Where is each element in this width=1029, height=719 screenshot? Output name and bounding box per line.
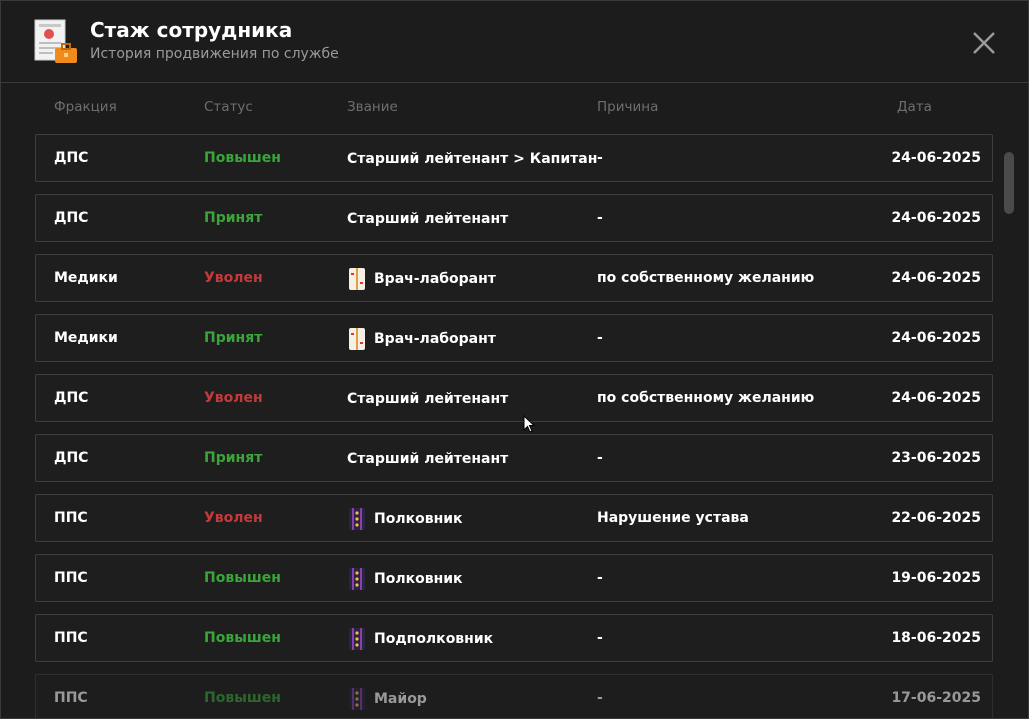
page-subtitle: История продвижения по службе bbox=[90, 46, 339, 62]
rank-cell: Старший лейтенант bbox=[347, 446, 508, 472]
faction-cell: ППС bbox=[54, 510, 88, 526]
document-briefcase-icon bbox=[33, 19, 79, 65]
table-row[interactable]: ППС Повышен Майор - 17-06-2025 bbox=[35, 674, 993, 718]
table-row[interactable]: ДПС Принят Старший лейтенант - 24-06-2025 bbox=[35, 194, 993, 242]
faction-cell: ДПС bbox=[54, 390, 89, 406]
rank-cell: Старший лейтенант bbox=[347, 386, 508, 412]
column-header-faction: Фракция bbox=[54, 99, 117, 115]
status-cell: Уволен bbox=[204, 390, 263, 406]
police-rank-icon bbox=[347, 567, 367, 591]
rank-label: Полковник bbox=[374, 571, 463, 587]
status-cell: Уволен bbox=[204, 270, 263, 286]
status-cell: Повышен bbox=[204, 150, 281, 166]
date-cell: 18-06-2025 bbox=[891, 630, 981, 646]
rank-label: Старший лейтенант > Капитан bbox=[347, 151, 598, 167]
table-row[interactable]: ДПС Повышен Старший лейтенант > Капитан - 24… bbox=[35, 134, 993, 182]
date-cell: 24-06-2025 bbox=[891, 270, 981, 286]
faction-cell: ДПС bbox=[54, 150, 89, 166]
table-row[interactable]: ДПС Уволен Старший лейтенант по собственном… bbox=[35, 374, 993, 422]
column-header-status: Статус bbox=[204, 99, 253, 115]
rank-label: Подполковник bbox=[374, 631, 494, 647]
status-cell: Принят bbox=[204, 450, 263, 466]
date-cell: 24-06-2025 bbox=[891, 330, 981, 346]
status-cell: Уволен bbox=[204, 510, 263, 526]
faction-cell: ДПС bbox=[54, 210, 89, 226]
faction-cell: Медики bbox=[54, 270, 118, 286]
rank-cell: Подполковник bbox=[347, 626, 493, 652]
reason-cell: - bbox=[597, 570, 603, 586]
faction-cell: ППС bbox=[54, 570, 88, 586]
date-cell: 24-06-2025 bbox=[891, 210, 981, 226]
rank-cell: Полковник bbox=[347, 506, 463, 532]
mouse-cursor-icon bbox=[523, 415, 536, 433]
rank-cell: Старший лейтенант bbox=[347, 206, 508, 232]
rank-label: Полковник bbox=[374, 511, 463, 527]
rank-label: Врач-лаборант bbox=[374, 271, 496, 287]
table-row[interactable]: ДПС Принят Старший лейтенант - 23-06-2025 bbox=[35, 434, 993, 482]
table-row[interactable]: Медики Принят Врач-лаборант - 24-06-2025 bbox=[35, 314, 993, 362]
status-cell: Повышен bbox=[204, 570, 281, 586]
date-cell: 23-06-2025 bbox=[891, 450, 981, 466]
table-row[interactable]: ППС Повышен Подполковник - 18-06-2025 bbox=[35, 614, 993, 662]
rank-label: Старший лейтенант bbox=[347, 211, 509, 227]
status-cell: Принят bbox=[204, 330, 263, 346]
date-cell: 22-06-2025 bbox=[891, 510, 981, 526]
date-cell: 24-06-2025 bbox=[891, 390, 981, 406]
medic-rank-icon bbox=[347, 267, 367, 291]
window-header: Стаж сотрудника История продвижения по с… bbox=[1, 1, 1028, 83]
police-rank-icon bbox=[347, 687, 367, 711]
reason-cell: по собственному желанию bbox=[597, 270, 815, 286]
status-cell: Повышен bbox=[204, 690, 281, 706]
police-rank-icon bbox=[347, 507, 367, 531]
table-row[interactable]: ППС Повышен Полковник - 19-06-2025 bbox=[35, 554, 993, 602]
faction-cell: ППС bbox=[54, 630, 88, 646]
rank-label: Старший лейтенант bbox=[347, 391, 509, 407]
police-rank-icon bbox=[347, 627, 367, 651]
close-button[interactable] bbox=[969, 28, 999, 58]
faction-cell: Медики bbox=[54, 330, 118, 346]
reason-cell: - bbox=[597, 690, 603, 706]
date-cell: 19-06-2025 bbox=[891, 570, 981, 586]
rank-label: Старший лейтенант bbox=[347, 451, 509, 467]
faction-cell: ППС bbox=[54, 690, 88, 706]
reason-cell: по собственному желанию bbox=[597, 390, 815, 406]
medic-rank-icon bbox=[347, 327, 367, 351]
column-header-reason: Причина bbox=[597, 99, 659, 115]
reason-cell: Нарушение устава bbox=[597, 510, 749, 526]
date-cell: 24-06-2025 bbox=[891, 150, 981, 166]
rank-label: Майор bbox=[374, 691, 427, 707]
close-icon bbox=[973, 32, 995, 54]
table-row[interactable]: Медики Уволен Врач-лаборант по собственному… bbox=[35, 254, 993, 302]
rank-cell: Полковник bbox=[347, 566, 463, 592]
table-row[interactable]: ППС Уволен Полковник Нарушение устава 22-06-… bbox=[35, 494, 993, 542]
reason-cell: - bbox=[597, 630, 603, 646]
service-history-window: Стаж сотрудника История продвижения по с… bbox=[0, 0, 1029, 719]
rank-cell: Старший лейтенант > Капитан bbox=[347, 146, 597, 172]
column-header-date: Дата bbox=[897, 99, 932, 115]
date-cell: 17-06-2025 bbox=[891, 690, 981, 706]
reason-cell: - bbox=[597, 330, 603, 346]
status-cell: Принят bbox=[204, 210, 263, 226]
reason-cell: - bbox=[597, 450, 603, 466]
status-cell: Повышен bbox=[204, 630, 281, 646]
rank-cell: Врач-лаборант bbox=[347, 266, 496, 292]
faction-cell: ДПС bbox=[54, 450, 89, 466]
scrollbar-thumb[interactable] bbox=[1004, 152, 1014, 214]
rank-label: Врач-лаборант bbox=[374, 331, 496, 347]
table-header: Фракция Статус Звание Причина Дата bbox=[1, 97, 1028, 117]
reason-cell: - bbox=[597, 210, 603, 226]
rank-cell: Врач-лаборант bbox=[347, 326, 496, 352]
rank-cell: Майор bbox=[347, 686, 427, 712]
reason-cell: - bbox=[597, 150, 603, 166]
page-title: Стаж сотрудника bbox=[90, 18, 293, 42]
column-header-rank: Звание bbox=[347, 99, 398, 115]
